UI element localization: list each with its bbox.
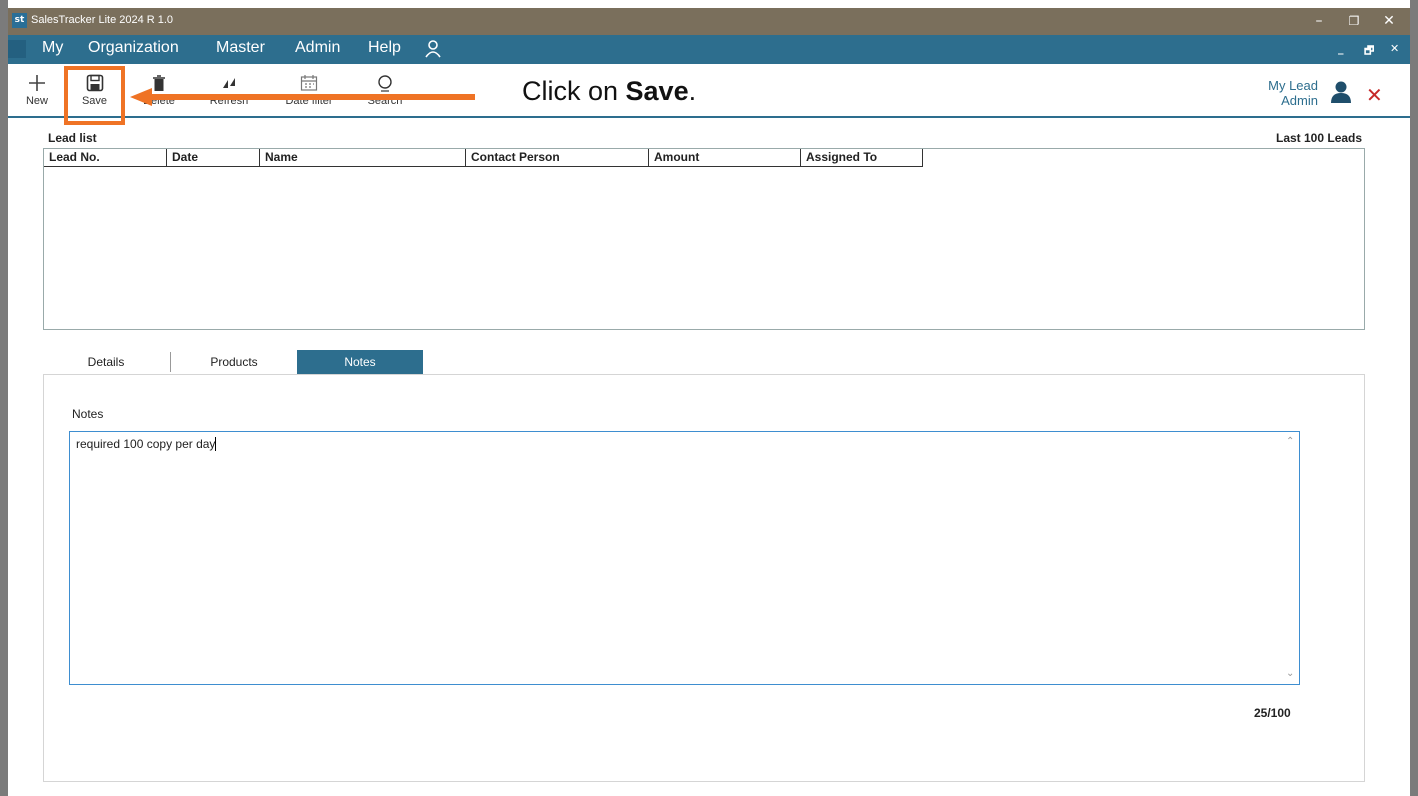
- menu-system-icon[interactable]: [8, 40, 26, 58]
- restore-button[interactable]: ❐: [1339, 10, 1369, 32]
- arrow-left-icon: [130, 88, 475, 106]
- person-icon[interactable]: [1330, 80, 1352, 104]
- title-bar: st SalesTracker Lite 2024 R 1.0 – ❐ ✕: [8, 8, 1410, 35]
- mdi-minimize-button[interactable]: _: [1338, 42, 1344, 55]
- module-title: My Lead: [1268, 78, 1318, 93]
- text-caret: [215, 437, 217, 451]
- column-header-date[interactable]: Date: [167, 149, 260, 167]
- instruction-bold: Save: [625, 76, 689, 106]
- app-logo: st: [12, 13, 27, 28]
- menu-bar: My Organization Master Admin Help _ 🗗 ✕: [8, 35, 1410, 64]
- module-user-info: My Lead Admin: [1268, 78, 1318, 108]
- notes-text-wrapper: required 100 copy per day: [76, 437, 217, 451]
- close-window-button[interactable]: ✕: [1374, 10, 1404, 32]
- app-window: st SalesTracker Lite 2024 R 1.0 – ❐ ✕ My…: [0, 0, 1418, 796]
- user-icon[interactable]: [424, 39, 442, 59]
- notes-scrollbar[interactable]: ⌃ ⌄: [1283, 432, 1299, 684]
- window-title: SalesTracker Lite 2024 R 1.0: [31, 14, 174, 26]
- lead-grid[interactable]: Lead No. Date Name Contact Person Amount…: [43, 148, 1365, 330]
- notes-char-counter: 25/100: [1254, 706, 1291, 720]
- mdi-restore-button[interactable]: 🗗: [1364, 42, 1374, 61]
- tab-details[interactable]: Details: [43, 350, 169, 374]
- column-header-contact-person[interactable]: Contact Person: [466, 149, 649, 167]
- minimize-button[interactable]: –: [1304, 10, 1334, 32]
- menu-organization[interactable]: Organization: [88, 39, 179, 57]
- tab-products[interactable]: Products: [171, 350, 297, 374]
- notes-value: required 100 copy per day: [76, 437, 216, 451]
- notes-textarea[interactable]: required 100 copy per day ⌃ ⌄: [69, 431, 1300, 685]
- mdi-close-button[interactable]: ✕: [1390, 42, 1399, 55]
- instruction-prefix: Click on: [522, 76, 626, 106]
- lead-scope-label: Last 100 Leads: [1276, 131, 1363, 145]
- tab-notes[interactable]: Notes: [297, 350, 423, 374]
- column-header-assigned-to[interactable]: Assigned To: [801, 149, 923, 167]
- column-header-lead-no[interactable]: Lead No.: [44, 149, 167, 167]
- menu-help[interactable]: Help: [368, 39, 401, 57]
- left-shadow: [0, 0, 8, 796]
- instruction-suffix: .: [688, 76, 697, 106]
- close-module-button[interactable]: ✕: [1366, 83, 1383, 107]
- grid-header: Lead No. Date Name Contact Person Amount…: [44, 149, 923, 167]
- menu-master[interactable]: Master: [216, 39, 265, 57]
- new-label: New: [25, 95, 48, 107]
- new-button[interactable]: New: [16, 64, 58, 116]
- column-header-amount[interactable]: Amount: [649, 149, 801, 167]
- scroll-down-icon[interactable]: ⌄: [1286, 668, 1294, 679]
- scroll-up-icon[interactable]: ⌃: [1286, 436, 1294, 447]
- right-shadow: [1410, 0, 1418, 796]
- user-name: Admin: [1281, 93, 1318, 108]
- notes-label: Notes: [72, 407, 104, 421]
- menu-admin[interactable]: Admin: [295, 39, 340, 57]
- plus-icon: [29, 75, 45, 91]
- column-header-name[interactable]: Name: [260, 149, 466, 167]
- save-highlight-box: [64, 66, 125, 125]
- lead-list-label: Lead list: [48, 131, 97, 145]
- menu-my[interactable]: My: [42, 39, 63, 57]
- instruction-callout: Click on Save.: [522, 76, 696, 107]
